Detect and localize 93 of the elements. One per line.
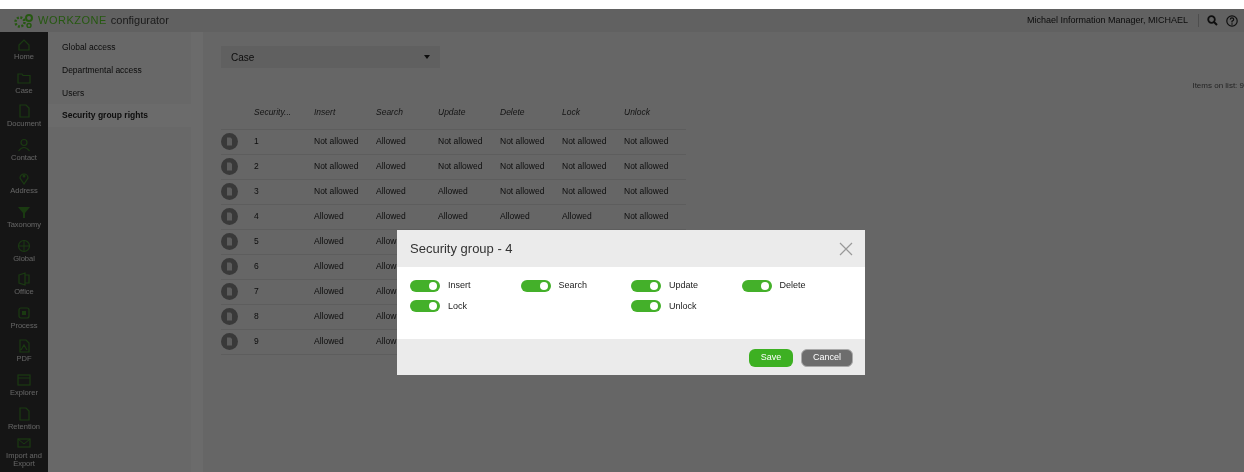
table-cell: Not allowed (624, 179, 686, 205)
table-cell: Allowed (314, 304, 376, 330)
window-icon (17, 373, 31, 387)
table-cell: 7 (254, 279, 314, 305)
table-cell: Allowed (314, 204, 376, 230)
menu-item[interactable]: Global access (48, 36, 191, 59)
document-icon[interactable] (221, 333, 238, 351)
toggle-switch[interactable] (410, 279, 440, 292)
table-cell: Allowed (376, 179, 438, 205)
table-cell: Not allowed (500, 154, 562, 180)
document-icon[interactable] (221, 283, 238, 301)
document-icon[interactable] (221, 133, 238, 151)
toggle-switch[interactable] (410, 300, 440, 313)
search-icon[interactable] (1207, 15, 1218, 26)
pdf-icon (17, 339, 31, 354)
user-name: Michael Information Manager, MICHAEL (1026, 13, 1199, 28)
table-cell: Not allowed (314, 179, 376, 205)
type-dropdown[interactable]: Case (221, 46, 440, 68)
table-cell: 3 (254, 179, 314, 205)
document-icon[interactable] (221, 233, 238, 251)
toggle-switch[interactable] (520, 279, 551, 292)
funnel-icon (17, 205, 31, 219)
table-cell: Not allowed (624, 129, 686, 155)
column-header[interactable]: Update (438, 100, 500, 130)
toggle-switch[interactable] (631, 279, 661, 292)
table-cell: Not allowed (500, 179, 562, 205)
toggle-label: Search (558, 279, 588, 292)
process-icon (17, 305, 31, 320)
column-header[interactable]: Lock (562, 100, 624, 130)
help-icon[interactable] (1226, 14, 1238, 27)
toggle-label: Unlock (669, 299, 697, 313)
column-header[interactable]: Delete (500, 100, 562, 130)
table-cell: Not allowed (438, 154, 500, 180)
toggle-label: Insert (448, 279, 471, 292)
toggle-switch[interactable] (631, 300, 661, 313)
table-cell: Not allowed (500, 129, 562, 155)
pin-icon (17, 171, 31, 186)
cancel-button[interactable]: Cancel (801, 349, 853, 367)
table-cell: Allowed (314, 329, 376, 355)
table-cell: 9 (254, 329, 314, 355)
table-cell: Not allowed (438, 129, 500, 155)
toggle-label: Delete (779, 279, 806, 292)
home-icon (17, 37, 31, 52)
table-cell: Not allowed (314, 154, 376, 180)
document-icon (17, 104, 31, 119)
person-icon (17, 137, 31, 152)
column-header[interactable]: Insert (314, 100, 376, 130)
table-cell: Allowed (314, 254, 376, 280)
office-icon (17, 272, 31, 287)
document-icon[interactable] (221, 208, 238, 226)
document-icon[interactable] (221, 258, 238, 276)
table-cell: Allowed (438, 204, 500, 230)
table-cell: Not allowed (314, 129, 376, 155)
brand-name: WORKZONE (38, 13, 107, 29)
product-name: configurator (110, 13, 169, 29)
toggle-label: Lock (448, 299, 467, 313)
table-cell: 1 (254, 129, 314, 155)
gears-icon (14, 13, 34, 28)
menu-item[interactable]: Users (48, 81, 191, 105)
table-cell: Allowed (314, 229, 376, 255)
table-cell: Not allowed (624, 204, 686, 230)
caret-icon (424, 55, 430, 59)
table-cell: Not allowed (562, 129, 624, 155)
table-cell: Allowed (500, 204, 562, 230)
table-cell: 6 (254, 254, 314, 280)
table-cell: Allowed (376, 154, 438, 180)
column-header[interactable]: Unlock (624, 100, 686, 130)
table-cell: Not allowed (562, 154, 624, 180)
table-cell: Allowed (376, 129, 438, 155)
table-cell: 4 (254, 204, 314, 230)
table-cell: Allowed (314, 279, 376, 305)
table-cell: 5 (254, 229, 314, 255)
document-icon (17, 406, 31, 421)
table-cell: Not allowed (624, 154, 686, 180)
document-icon[interactable] (221, 158, 238, 176)
table-cell: Allowed (438, 179, 500, 205)
table-cell: 2 (254, 154, 314, 180)
menu-item[interactable]: Departmental access (48, 58, 191, 82)
toggle-switch[interactable] (741, 279, 772, 292)
table-cell: Allowed (376, 204, 438, 230)
globe-icon (17, 238, 31, 253)
document-icon[interactable] (221, 183, 238, 201)
close-icon[interactable] (839, 241, 853, 256)
table-cell: 8 (254, 304, 314, 330)
save-button[interactable]: Save (749, 349, 793, 367)
column-header[interactable]: Security... (254, 100, 314, 130)
column-header[interactable]: Search (376, 100, 438, 130)
document-icon[interactable] (221, 308, 238, 326)
envelope-icon (17, 436, 31, 451)
toggle-label: Update (669, 279, 699, 292)
table-cell: Not allowed (562, 179, 624, 205)
folder-icon (17, 70, 31, 85)
table-cell: Allowed (562, 204, 624, 230)
